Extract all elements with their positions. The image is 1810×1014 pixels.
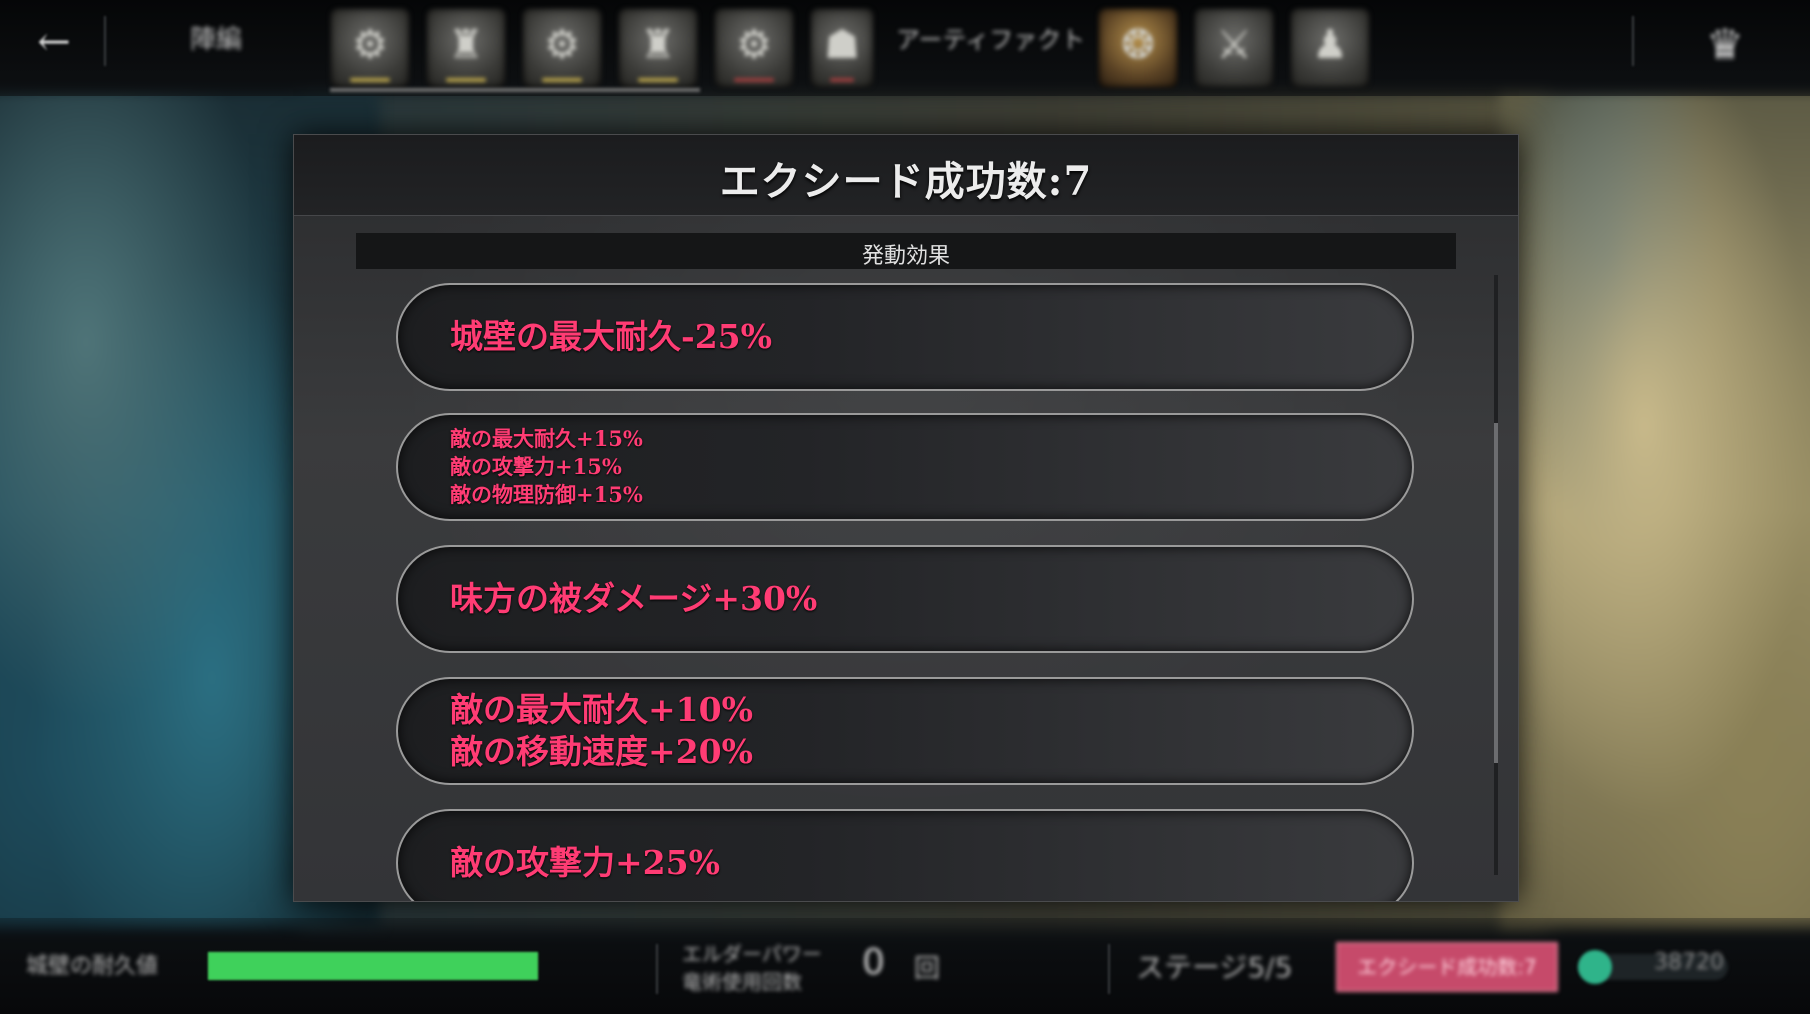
exceed-effects-dialog: エクシード成功数:7 発動効果 城壁の最大耐久-25% 敵の最大耐久+15% 敵の攻… — [293, 134, 1519, 902]
effects-list[interactable]: 城壁の最大耐久-25% 敵の最大耐久+15% 敵の攻撃力+15% 敵の物理防御+15%… — [294, 283, 1518, 901]
unit-icon: ⚙ — [544, 22, 580, 68]
top-bar: ← 陣編 ⚙ ♜ ⚙ ♜ ⚙ ☗ アーティファクト ❂ ⚔ ♟ ♛ — [0, 0, 1810, 96]
effect-card-1: 城壁の最大耐久-25% — [396, 283, 1414, 391]
effect-line: 敵の攻撃力+25% — [450, 843, 720, 882]
background-field-area — [1500, 90, 1810, 930]
bottom-bar: 城壁の耐久値 エルダーパワー 竜術使用回数 0 回 ステージ5/5 エクシード成… — [0, 918, 1810, 1014]
castle-hp-bar — [208, 952, 538, 980]
effect-line: 城壁の最大耐久-25% — [450, 317, 772, 356]
effect-line: 敵の最大耐久+10% — [450, 690, 753, 729]
figure-icon: ♟ — [1312, 22, 1348, 68]
speed-toggle-knob[interactable] — [1578, 950, 1612, 984]
effect-card-4: 敵の最大耐久+10% 敵の移動速度+20% — [396, 677, 1414, 785]
stage-label: ステージ5/5 — [1136, 951, 1293, 984]
slot-level-bar — [830, 78, 854, 82]
bottom-divider — [1108, 944, 1110, 994]
artifact-slot-3[interactable]: ♟ — [1290, 8, 1370, 88]
back-button[interactable]: ← — [22, 18, 86, 66]
unit-icon: ♜ — [448, 22, 484, 68]
effect-text: 味方の被ダメージ+30% — [450, 547, 817, 651]
effect-card-2: 敵の最大耐久+15% 敵の攻撃力+15% 敵の物理防御+15% — [396, 413, 1414, 521]
artifact-slot-1[interactable]: ❂ — [1098, 8, 1178, 88]
slot-level-bar — [638, 78, 678, 82]
top-divider — [1632, 16, 1634, 66]
unit-slot-1[interactable]: ⚙ — [330, 8, 410, 88]
unit-icon: ⚙ — [736, 22, 772, 68]
section-header: 発動効果 — [356, 233, 1456, 269]
effect-card-5: 敵の攻撃力+25% — [396, 809, 1414, 901]
elder-count: 0 — [862, 942, 885, 983]
dialog-header: エクシード成功数:7 — [294, 135, 1518, 216]
slot-level-bar — [446, 78, 486, 82]
effect-text: 敵の最大耐久+10% 敵の移動速度+20% — [450, 679, 753, 783]
bottom-divider — [656, 944, 658, 994]
dialog-title: エクシード成功数:7 — [719, 158, 1093, 205]
crown-icon[interactable]: ♛ — [1700, 20, 1750, 70]
artifact-slot-2[interactable]: ⚔ — [1194, 8, 1274, 88]
exceed-count-button[interactable]: エクシード成功数:7 — [1336, 942, 1558, 992]
unit-icon: ♜ — [640, 22, 676, 68]
effect-text: 敵の攻撃力+25% — [450, 811, 720, 901]
unit-icon: ☗ — [824, 22, 860, 68]
elder-count-unit: 回 — [914, 954, 941, 984]
effect-text: 城壁の最大耐久-25% — [450, 285, 772, 389]
scrollbar-thumb[interactable] — [1494, 423, 1498, 763]
unit-slot-5[interactable]: ⚙ — [714, 8, 794, 88]
effect-line: 味方の被ダメージ+30% — [450, 579, 818, 618]
slot-level-bar — [542, 78, 582, 82]
formation-tab[interactable]: 陣編 — [190, 22, 242, 58]
sword-icon: ⚔ — [1216, 22, 1252, 68]
speed-value: 38720 — [1654, 950, 1724, 975]
elder-usage-label: 竜術使用回数 — [682, 970, 802, 994]
slot-level-bar — [734, 78, 774, 82]
artifact-icon: ❂ — [1121, 22, 1155, 68]
effect-text: 敵の最大耐久+15% 敵の攻撃力+15% 敵の物理防御+15% — [450, 415, 643, 519]
unit-slot-6[interactable]: ☗ — [810, 8, 874, 88]
effect-card-3: 味方の被ダメージ+30% — [396, 545, 1414, 653]
unit-tab-underline — [330, 88, 700, 92]
unit-icon: ⚙ — [352, 22, 388, 68]
effect-line: 敵の移動速度+20% — [450, 732, 753, 771]
unit-slot-4[interactable]: ♜ — [618, 8, 698, 88]
section-title: 発動効果 — [861, 244, 950, 269]
castle-hp-label: 城壁の耐久値 — [26, 954, 159, 979]
effect-line: 敵の攻撃力+15% — [450, 454, 622, 479]
elder-power-label: エルダーパワー — [682, 942, 822, 966]
unit-slot-2[interactable]: ♜ — [426, 8, 506, 88]
unit-slot-3[interactable]: ⚙ — [522, 8, 602, 88]
effect-line: 敵の最大耐久+15% — [450, 426, 643, 451]
arrow-left-icon: ← — [37, 19, 71, 65]
effect-line: 敵の物理防御+15% — [450, 482, 643, 507]
top-divider — [104, 16, 106, 66]
slot-level-bar — [350, 78, 390, 82]
artifact-label: アーティファクト — [896, 26, 1086, 54]
